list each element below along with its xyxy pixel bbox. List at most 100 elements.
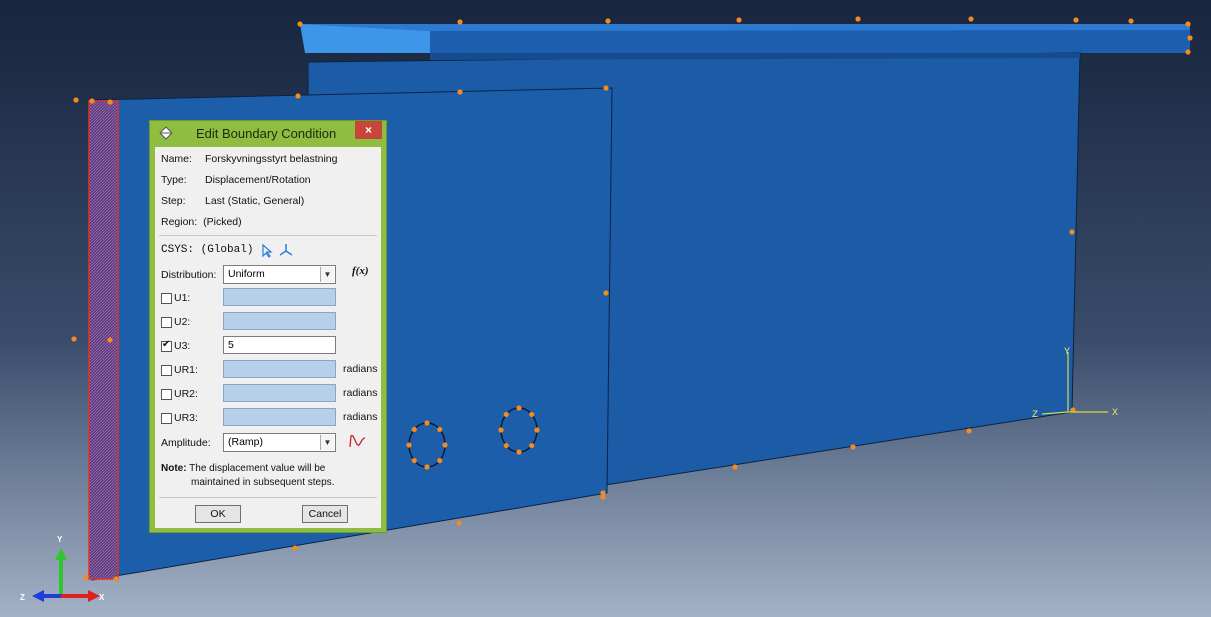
name-label: Name: [161, 153, 192, 165]
boundary-marker [456, 520, 462, 526]
fx-label[interactable]: f(x) [352, 265, 369, 277]
cancel-button[interactable]: Cancel [302, 505, 348, 523]
boundary-marker [1073, 17, 1079, 23]
region-value: (Picked) [203, 216, 242, 228]
amplitude-icon[interactable] [348, 433, 368, 449]
boundary-marker [295, 93, 301, 99]
checkbox-icon[interactable] [161, 413, 172, 424]
triad-label-z: Z [1032, 410, 1038, 421]
distribution-label: Distribution: [161, 269, 217, 281]
dof-label: U3: [174, 340, 191, 352]
dof-unit: radians [343, 411, 378, 423]
boundary-marker [73, 97, 79, 103]
checkbox-icon[interactable] [161, 389, 172, 400]
hole-marker [424, 464, 430, 470]
checkbox-icon[interactable] [161, 365, 172, 376]
checkbox-icon[interactable] [161, 339, 172, 352]
dof-label: U2: [174, 316, 191, 328]
step-value: Last (Static, General) [205, 195, 305, 207]
edit-boundary-condition-dialog: Edit Boundary Condition × Name: Forskyvn… [149, 120, 387, 533]
amplitude-value: (Ramp) [228, 436, 264, 448]
boundary-marker [1128, 18, 1134, 24]
separator [159, 235, 377, 236]
dialog-body: Name: Forskyvningsstyrt belastning Type:… [155, 147, 381, 528]
region-label: Region: [161, 216, 198, 228]
view-triad-y: Y [57, 535, 63, 544]
hole-marker [411, 457, 417, 464]
amplitude-label: Amplitude: [161, 437, 211, 449]
boundary-marker [732, 464, 738, 470]
dof-label: UR3: [174, 412, 198, 424]
boundary-marker [603, 85, 609, 91]
note-label: Note: [161, 463, 187, 474]
csys-row: CSYS: (Global) [161, 244, 253, 256]
name-value: Forskyvningsstyrt belastning [205, 153, 338, 165]
triad-label-y: Y [1064, 347, 1070, 358]
dof-input[interactable] [223, 384, 336, 402]
hole-marker [516, 449, 522, 455]
hole-marker [529, 442, 535, 449]
dof-input[interactable]: 5 [223, 336, 336, 354]
dof-input[interactable] [223, 312, 336, 330]
region-row: Region: (Picked) [161, 216, 242, 228]
hole-marker [406, 442, 412, 448]
dof-label: U1: [174, 292, 191, 304]
boundary-marker [968, 16, 974, 22]
hole-marker [437, 457, 443, 464]
amplitude-select[interactable]: (Ramp) ▼ [223, 433, 336, 452]
boundary-marker [1185, 21, 1191, 27]
shape-icon [159, 126, 173, 140]
step-label: Step: [161, 195, 186, 207]
csys-value: (Global) [200, 244, 254, 256]
dof-input[interactable] [223, 288, 336, 306]
hole-marker [503, 442, 509, 449]
hole-marker [437, 426, 443, 433]
boundary-marker [855, 16, 861, 22]
boundary-marker [605, 18, 611, 24]
boundary-marker [113, 576, 119, 582]
note-text-1: The displacement value will be [189, 463, 326, 474]
boundary-marker [71, 336, 77, 342]
ok-button[interactable]: OK [195, 505, 241, 523]
boundary-marker [1185, 49, 1191, 55]
dialog-titlebar[interactable]: Edit Boundary Condition × [150, 121, 386, 147]
dof-input[interactable] [223, 360, 336, 378]
hole-marker [442, 442, 448, 448]
dof-unit: radians [343, 363, 378, 375]
checkbox-icon[interactable] [161, 317, 172, 328]
dof-input[interactable] [223, 408, 336, 426]
checkbox-icon[interactable] [161, 293, 172, 304]
boundary-marker [1069, 229, 1075, 235]
hole-marker [534, 427, 540, 433]
selected-face[interactable] [88, 100, 119, 580]
boundary-marker [457, 19, 463, 25]
type-label: Type: [161, 174, 187, 186]
boundary-marker [107, 99, 113, 105]
view-triad-x: X [99, 593, 105, 602]
hole-marker [424, 420, 430, 426]
boundary-marker [107, 337, 113, 343]
note-text-2: maintained in subsequent steps. [191, 477, 335, 488]
distribution-select[interactable]: Uniform ▼ [223, 265, 336, 284]
csys-axes-icon[interactable] [278, 242, 294, 258]
hole-marker [503, 411, 509, 418]
select-pointer-icon[interactable] [260, 243, 274, 259]
dof-unit: radians [343, 387, 378, 399]
dropdown-arrow-icon: ▼ [320, 435, 334, 450]
note-line-1: Note: The displacement value will be [161, 463, 325, 474]
boundary-marker [850, 444, 856, 450]
separator [159, 497, 377, 498]
dialog-title: Edit Boundary Condition [196, 126, 337, 141]
hole-marker [516, 405, 522, 411]
csys-label: CSYS: [161, 244, 195, 256]
distribution-value: Uniform [228, 268, 265, 280]
boundary-marker [603, 290, 609, 296]
triad-label-x: X [1112, 408, 1118, 419]
top-flange[interactable] [300, 24, 1190, 53]
dof-label: UR2: [174, 388, 198, 400]
dropdown-arrow-icon: ▼ [320, 267, 334, 282]
boundary-marker [736, 17, 742, 23]
close-icon[interactable]: × [355, 121, 382, 139]
hole-marker [529, 411, 535, 418]
boundary-marker [966, 428, 972, 434]
